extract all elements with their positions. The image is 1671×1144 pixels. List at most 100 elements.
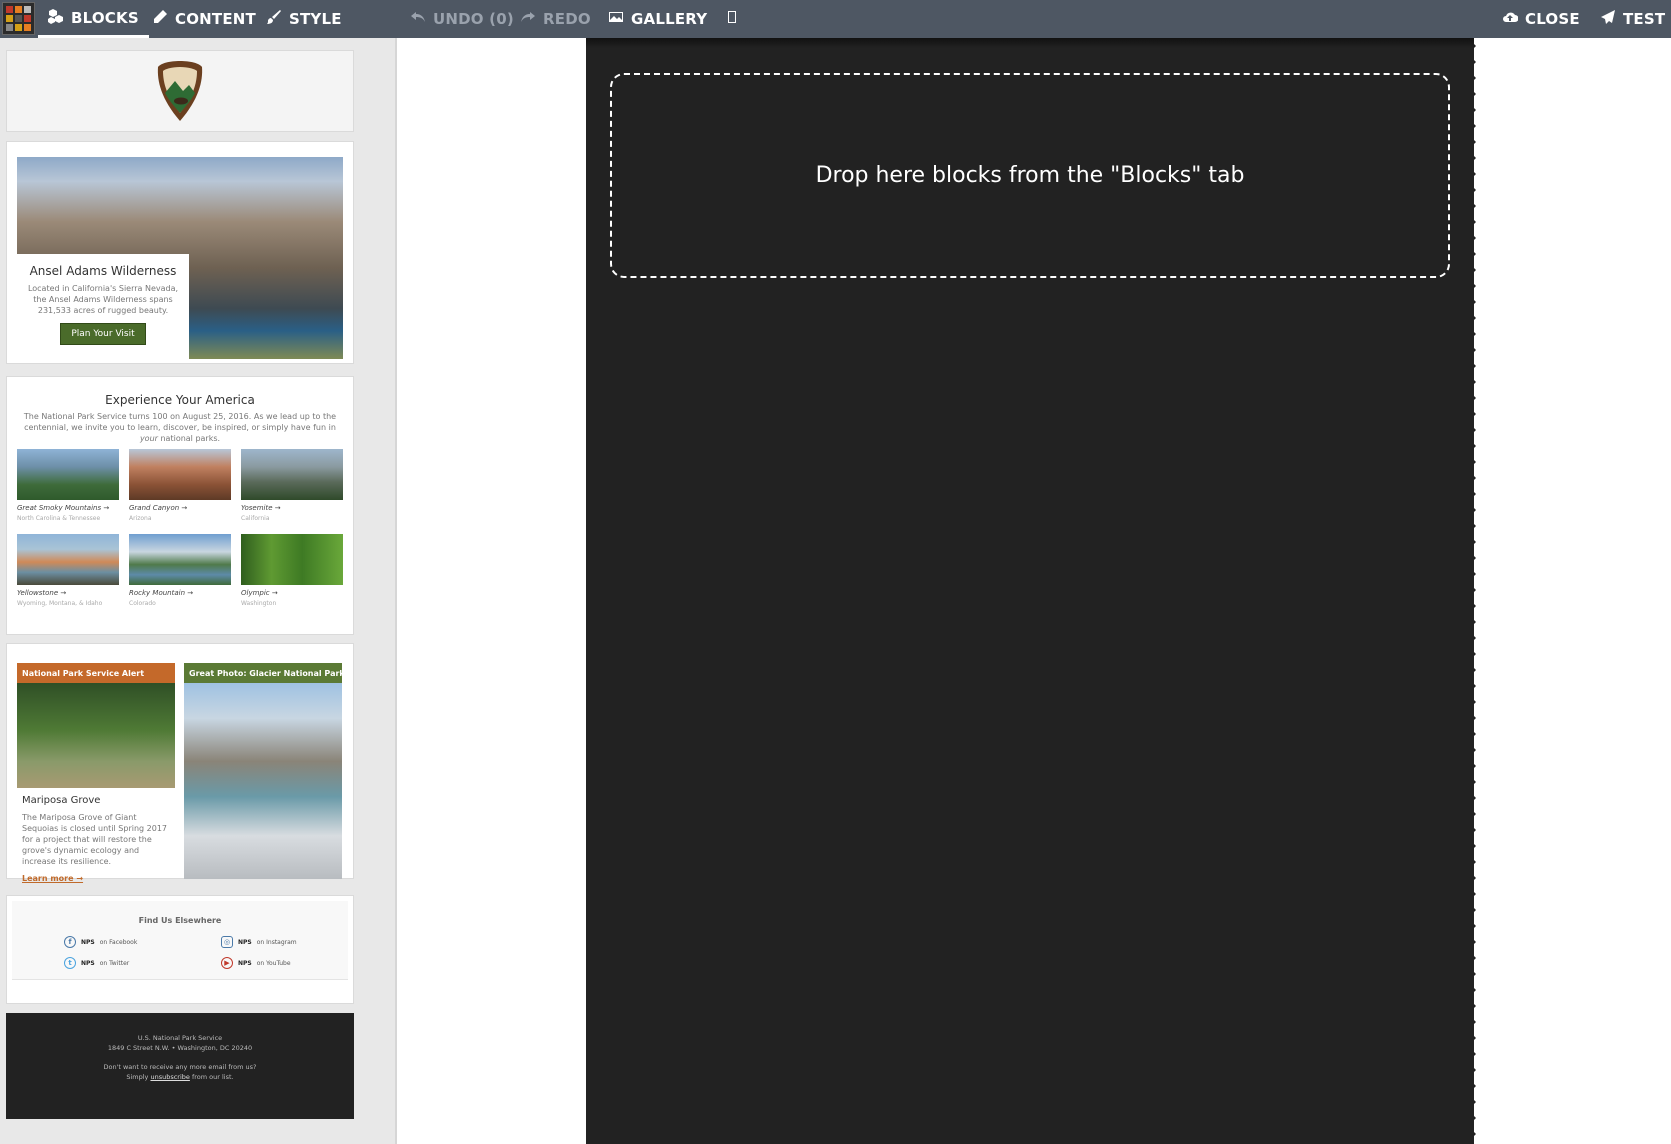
- park-location: California: [241, 515, 270, 522]
- park-image: [17, 449, 119, 500]
- hero-description: Located in California's Sierra Nevada, t…: [27, 284, 179, 315]
- tab-style-label: STYLE: [289, 10, 342, 28]
- app-logo: [2, 2, 35, 35]
- park-location: Colorado: [129, 600, 156, 607]
- social-panel: Find Us Elsewhere f NPS on Facebook ◎ NPS on…: [12, 901, 348, 980]
- photo-column: Great Photo: Glacier National Park: [184, 663, 342, 879]
- alert-column: National Park Service Alert Mariposa Gro…: [17, 663, 175, 883]
- blocks-sidebar: Ansel Adams Wilderness Located in Califo…: [0, 38, 397, 1144]
- social-facebook: f NPS on Facebook: [64, 936, 137, 948]
- cloud-upload-icon: [1502, 9, 1519, 29]
- park-item: Yosemite → California: [241, 449, 343, 522]
- nps-arrowhead-logo: [157, 61, 203, 121]
- glacier-photo: [184, 683, 342, 879]
- drop-zone-text: Drop here blocks from the "Blocks" tab: [815, 163, 1245, 188]
- park-image: [129, 534, 231, 585]
- block-footer[interactable]: U.S. National Park Service 1849 C Street…: [6, 1013, 354, 1119]
- test-button[interactable]: TEST: [1600, 0, 1665, 38]
- park-name: Great Smoky Mountains →: [17, 504, 110, 512]
- park-location: Arizona: [129, 515, 152, 522]
- tab-blocks-label: BLOCKS: [71, 8, 139, 27]
- facebook-icon: f: [64, 936, 76, 948]
- unsubscribe-link: unsubscribe: [150, 1073, 190, 1081]
- social-youtube: ▶ NPS on YouTube: [221, 957, 291, 969]
- close-button[interactable]: CLOSE: [1502, 0, 1580, 38]
- park-item: Grand Canyon → Arizona: [129, 449, 231, 522]
- drop-zone[interactable]: Drop here blocks from the "Blocks" tab: [610, 73, 1450, 278]
- pencil-icon: [152, 9, 168, 29]
- footer-address: 1849 C Street N.W. • Washington, DC 2024…: [107, 1044, 253, 1052]
- brush-icon: [266, 9, 282, 29]
- tab-content[interactable]: CONTENT: [152, 0, 256, 38]
- block-social[interactable]: Find Us Elsewhere f NPS on Facebook ◎ NPS on…: [6, 895, 354, 1004]
- hero-card: Ansel Adams Wilderness Located in Califo…: [17, 254, 189, 359]
- plan-visit-button: Plan Your Visit: [60, 323, 146, 345]
- undo-button[interactable]: UNDO (0): [410, 0, 514, 38]
- social-brand: NPS: [81, 959, 95, 967]
- park-name: Yosemite →: [241, 504, 281, 512]
- block-logo[interactable]: [6, 50, 354, 132]
- footer-line1: Don't want to receive any more email fro…: [103, 1063, 257, 1071]
- park-item: Great Smoky Mountains → North Carolina & …: [17, 449, 119, 522]
- canvas-right-zigzag: [1468, 38, 1482, 1144]
- alert-image: [17, 683, 175, 788]
- tab-blocks[interactable]: BLOCKS: [38, 0, 149, 38]
- social-twitter: t NPS on Twitter: [64, 957, 129, 969]
- alert-description: The Mariposa Grove of Giant Sequoias is …: [22, 813, 168, 866]
- hero-title: Ansel Adams Wilderness: [29, 264, 177, 278]
- social-label: on Instagram: [256, 938, 297, 946]
- park-name: Grand Canyon →: [129, 504, 188, 512]
- image-icon: [608, 9, 624, 29]
- undo-label: UNDO (0): [433, 10, 514, 28]
- tab-style[interactable]: STYLE: [266, 0, 342, 38]
- social-brand: NPS: [81, 938, 95, 946]
- park-image: [241, 449, 343, 500]
- block-hero[interactable]: Ansel Adams Wilderness Located in Califo…: [6, 141, 354, 364]
- learn-more-link: Learn more →: [22, 874, 84, 883]
- social-title: Find Us Elsewhere: [138, 916, 222, 925]
- social-label: on Facebook: [99, 938, 138, 946]
- redo-label: REDO: [543, 10, 591, 28]
- cubes-icon: [48, 8, 64, 28]
- alert-bar: National Park Service Alert: [17, 663, 175, 683]
- instagram-icon: ◎: [221, 936, 233, 948]
- footer-unsubscribe-line: Simply unsubscribe from our list.: [126, 1073, 234, 1081]
- parks-description: The National Park Service turns 100 on A…: [23, 412, 337, 443]
- park-name: Rocky Mountain →: [129, 589, 194, 597]
- social-brand: NPS: [238, 938, 252, 946]
- mobile-preview-button[interactable]: [724, 0, 740, 38]
- park-image: [17, 534, 119, 585]
- park-item: Rocky Mountain → Colorado: [129, 534, 231, 607]
- block-two-columns[interactable]: National Park Service Alert Mariposa Gro…: [6, 643, 354, 883]
- block-parks-grid[interactable]: Experience Your America The National Par…: [6, 376, 354, 635]
- tab-content-label: CONTENT: [175, 10, 256, 28]
- social-instagram: ◎ NPS on Instagram: [221, 936, 297, 948]
- photo-bar: Great Photo: Glacier National Park: [184, 663, 342, 683]
- park-image: [241, 534, 343, 585]
- park-name: Olympic →: [241, 589, 278, 597]
- redo-icon: [520, 9, 536, 29]
- twitter-icon: t: [64, 957, 76, 969]
- alert-title: Mariposa Grove: [22, 795, 101, 806]
- canvas-top-shadow: [586, 38, 1474, 48]
- test-label: TEST: [1623, 10, 1666, 28]
- park-item: Olympic → Washington: [241, 534, 343, 607]
- parks-grid: Great Smoky Mountains → North Carolina & …: [17, 449, 343, 607]
- park-location: Wyoming, Montana, & Idaho: [17, 600, 103, 607]
- redo-button[interactable]: REDO: [520, 0, 591, 38]
- canvas-left-zigzag: [580, 38, 594, 1144]
- top-toolbar: BLOCKS CONTENT STYLE UNDO (0) REDO GALLE…: [0, 0, 1671, 38]
- social-brand: NPS: [238, 959, 252, 967]
- park-item: Yellowstone → Wyoming, Montana, & Idaho: [17, 534, 119, 607]
- footer-org: U.S. National Park Service: [137, 1034, 223, 1042]
- undo-icon: [410, 9, 426, 29]
- park-name: Yellowstone →: [17, 589, 67, 597]
- park-location: Washington: [241, 600, 277, 607]
- parks-title: Experience Your America: [105, 393, 255, 407]
- social-label: on YouTube: [256, 959, 291, 967]
- gallery-button[interactable]: GALLERY: [608, 0, 707, 38]
- gallery-label: GALLERY: [631, 10, 708, 28]
- paper-plane-icon: [1600, 9, 1616, 29]
- youtube-icon: ▶: [221, 957, 233, 969]
- park-location: North Carolina & Tennessee: [17, 515, 101, 522]
